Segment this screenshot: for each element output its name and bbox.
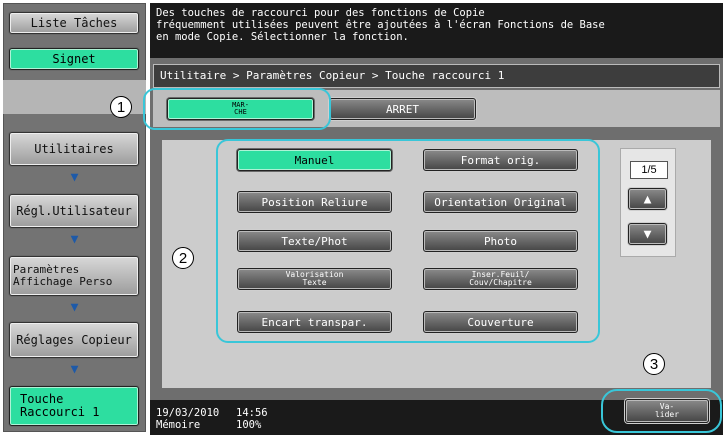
status-memory-value: 100% bbox=[236, 419, 262, 431]
status-memory-label: Mémoire bbox=[156, 419, 201, 431]
signet-button[interactable]: Signet bbox=[9, 48, 139, 70]
arret-toggle[interactable]: ARRET bbox=[329, 98, 476, 120]
arrow-down-icon: ▼ bbox=[70, 362, 79, 377]
callout-1-number: 1 bbox=[110, 96, 132, 118]
instruction-message: Des touches de raccourci pour des foncti… bbox=[156, 7, 605, 43]
nav-parametres-affichage-perso[interactable]: Paramètres Affichage Perso bbox=[9, 256, 139, 296]
callout-1-highlight bbox=[143, 88, 331, 130]
arrow-down-icon: ▼ bbox=[70, 232, 79, 247]
callout-2-highlight bbox=[216, 139, 600, 343]
arrow-up-icon: ▲ bbox=[643, 191, 652, 207]
breadcrumb: Utilitaire > Paramètres Copieur > Touche… bbox=[153, 64, 720, 88]
callout-3-highlight bbox=[601, 389, 722, 433]
page-up-button[interactable]: ▲ bbox=[628, 188, 667, 210]
status-time: 14:56 bbox=[236, 407, 268, 419]
callout-2-number: 2 bbox=[172, 247, 194, 269]
arrow-down-icon: ▼ bbox=[643, 226, 652, 242]
arrow-down-icon: ▼ bbox=[70, 170, 79, 185]
nav-touche-raccourci-1[interactable]: Touche Raccourci 1 bbox=[9, 386, 139, 426]
page-down-button[interactable]: ▼ bbox=[628, 223, 667, 245]
callout-3-number: 3 bbox=[643, 353, 665, 375]
arrow-down-icon: ▼ bbox=[70, 300, 79, 315]
nav-utilitaires[interactable]: Utilitaires bbox=[9, 132, 139, 166]
nav-reglages-copieur[interactable]: Réglages Copieur bbox=[9, 322, 139, 358]
nav-regl-utilisateur[interactable]: Régl.Utilisateur bbox=[9, 194, 139, 228]
liste-taches-button[interactable]: Liste Tâches bbox=[9, 12, 139, 34]
page-indicator: 1/5 bbox=[630, 161, 668, 179]
status-date: 19/03/2010 bbox=[156, 407, 220, 419]
